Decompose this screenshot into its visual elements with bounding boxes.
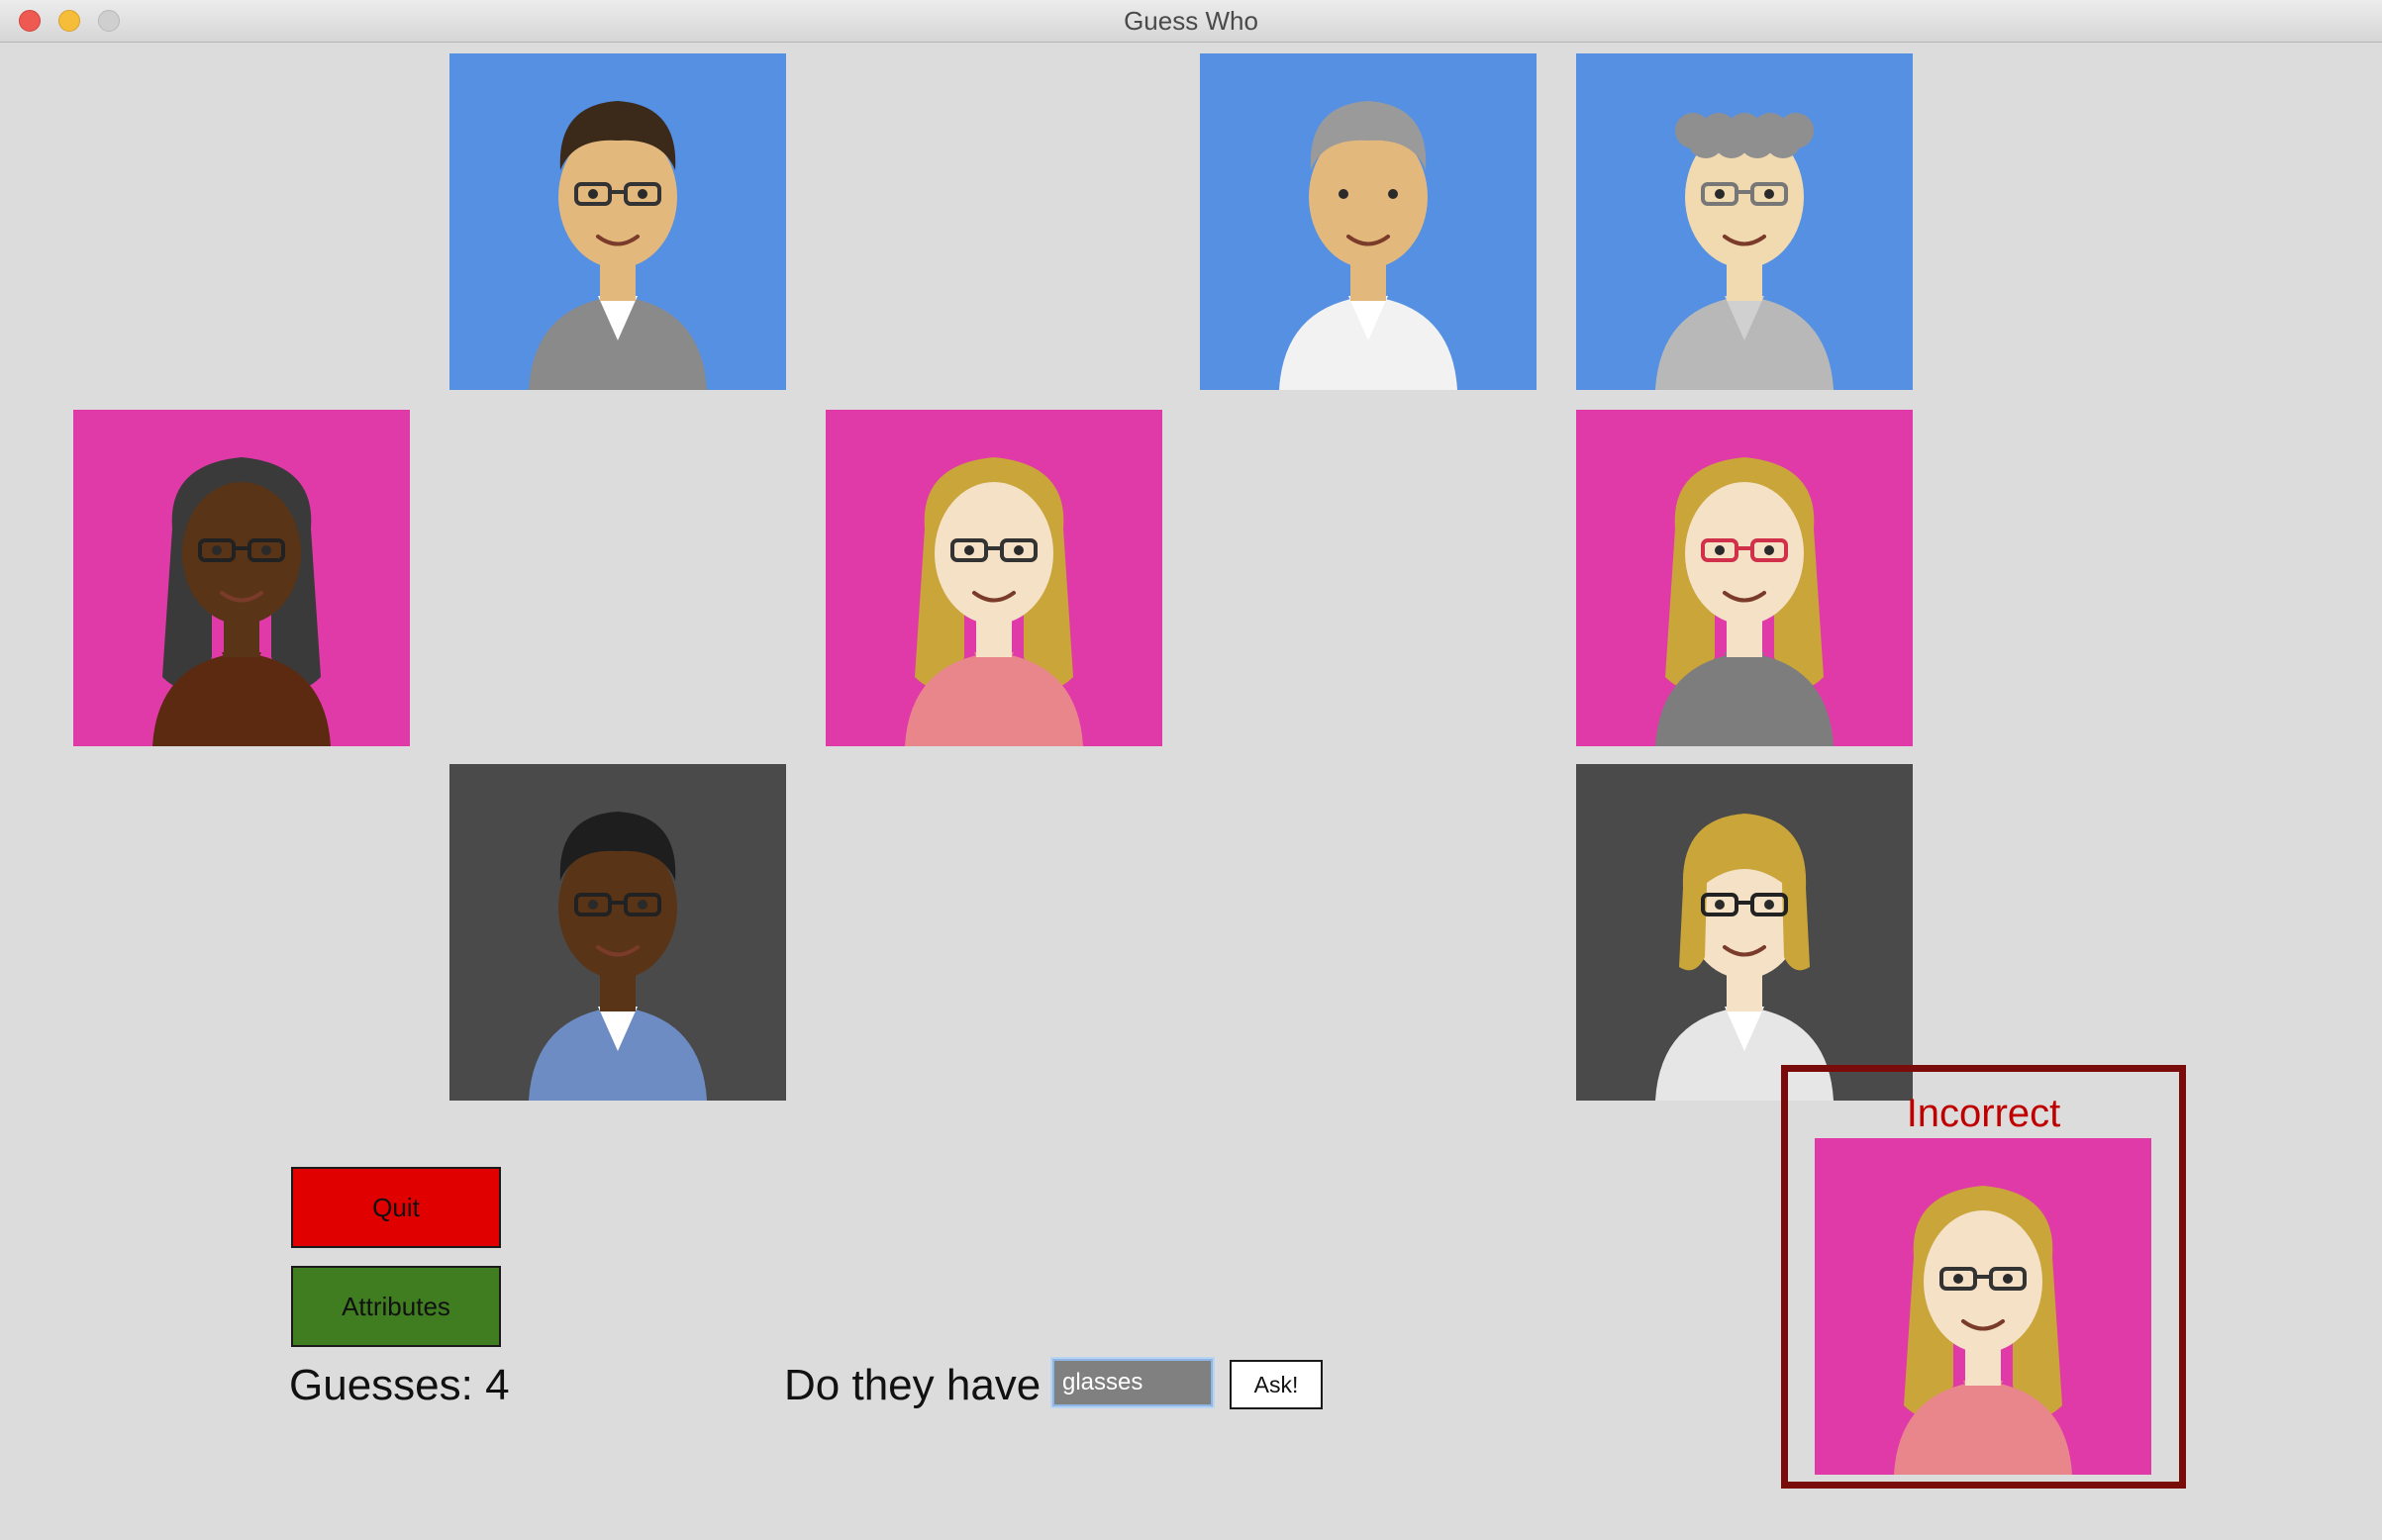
man-dark-hair-glasses-cardigan-avatar-icon bbox=[449, 53, 786, 390]
question-input[interactable] bbox=[1050, 1357, 1215, 1408]
character-card-woman-dark-curly-hair[interactable] bbox=[73, 410, 410, 746]
man-curly-gray-hair-glasses-avatar-icon bbox=[1576, 53, 1913, 390]
app-window: Guess Who Quit Attributes Guesses: 4 Do … bbox=[0, 0, 2382, 1540]
character-card-woman-blonde-red-glasses[interactable] bbox=[1576, 410, 1913, 746]
character-card-woman-blonde-white-top[interactable] bbox=[1576, 764, 1913, 1101]
guesses-counter: Guesses: 4 bbox=[289, 1361, 510, 1409]
question-label: Do they have bbox=[784, 1361, 1042, 1409]
character-card-man-gray-hair[interactable] bbox=[1200, 53, 1537, 390]
woman-dark-curly-hair-glasses-avatar-icon bbox=[73, 410, 410, 746]
character-card-man-dark-hair[interactable] bbox=[449, 53, 786, 390]
woman-blonde-hair-glasses-white-top-avatar-icon bbox=[1576, 764, 1913, 1101]
woman-blonde-hair-glasses-avatar-icon bbox=[826, 410, 1162, 746]
quit-button[interactable]: Quit bbox=[291, 1167, 501, 1248]
result-character-card bbox=[1815, 1138, 2151, 1475]
man-black-hair-glasses-plaid-shirt-avatar-icon bbox=[449, 764, 786, 1101]
title-bar: Guess Who bbox=[0, 0, 2382, 43]
result-text: Incorrect bbox=[1906, 1092, 2061, 1135]
attributes-button[interactable]: Attributes bbox=[291, 1266, 501, 1347]
woman-blonde-curly-hair-red-glasses-avatar-icon bbox=[1576, 410, 1913, 746]
window-title: Guess Who bbox=[1124, 6, 1258, 36]
character-card-man-plaid-shirt[interactable] bbox=[449, 764, 786, 1101]
character-card-man-curly-gray-hair[interactable] bbox=[1576, 53, 1913, 390]
woman-blonde-hair-glasses-avatar-icon bbox=[1815, 1138, 2151, 1475]
man-gray-hair-white-shirt-avatar-icon bbox=[1200, 53, 1537, 390]
character-card-woman-blonde-hair[interactable] bbox=[826, 410, 1162, 746]
ask-button[interactable]: Ask! bbox=[1230, 1360, 1323, 1409]
